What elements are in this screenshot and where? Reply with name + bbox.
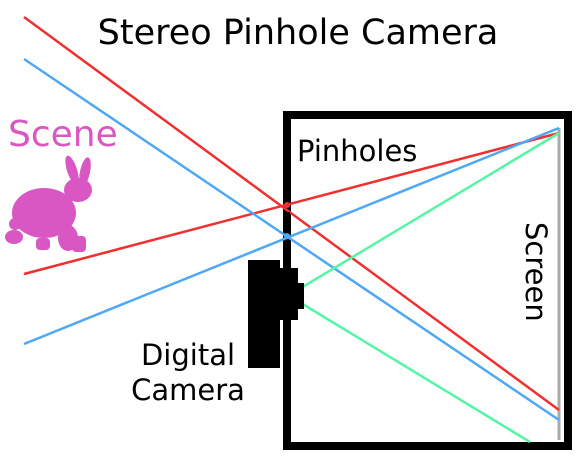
- diagram-canvas: Stereo Pinhole Camera Scene Pinholes Scr…: [0, 0, 579, 459]
- pinhole-upper: [284, 202, 290, 208]
- pinholes-label: Pinholes: [297, 134, 417, 168]
- pinhole-lower: [284, 233, 290, 239]
- pinhole-wall-middle: [284, 212, 290, 230]
- rabbit-icon: [5, 155, 92, 252]
- scene-label: Scene: [8, 114, 118, 155]
- camera-label-line2: Camera: [131, 373, 245, 407]
- screen-label: Screen: [519, 222, 553, 322]
- pinhole-wall-top: [284, 115, 290, 185]
- camera-label-line1: Digital: [141, 338, 235, 372]
- diagram-svg: Stereo Pinhole Camera Scene Pinholes Scr…: [5, 13, 572, 450]
- digital-camera-icon: [248, 260, 304, 368]
- diagram-title: Stereo Pinhole Camera: [98, 13, 499, 53]
- red-ray-upper: [23, 15, 560, 412]
